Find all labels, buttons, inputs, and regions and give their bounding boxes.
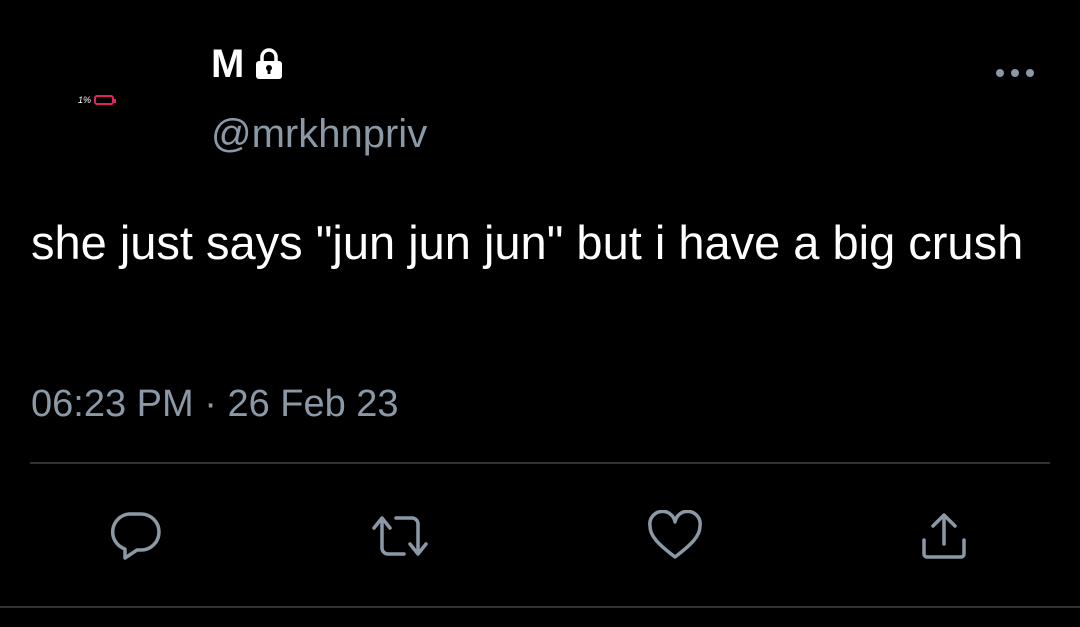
like-icon (646, 510, 704, 562)
user-name-row[interactable]: M (211, 44, 286, 84)
battery-icon (94, 95, 117, 105)
meta-separator: · (204, 383, 217, 425)
retweet-button[interactable] (370, 508, 430, 564)
bottom-divider (0, 606, 1080, 608)
reply-icon (107, 510, 163, 562)
reply-button[interactable] (105, 508, 165, 564)
share-button[interactable] (914, 508, 974, 564)
display-name[interactable]: M (211, 44, 244, 84)
share-icon (916, 510, 972, 562)
tweet-text: she just says "jun jun jun" but i have a… (31, 216, 1024, 269)
divider (30, 462, 1050, 464)
user-handle[interactable]: @mrkhnpriv (211, 110, 427, 158)
more-icon[interactable] (990, 58, 1040, 88)
tweet-time[interactable]: 06:23 PM (31, 383, 194, 425)
tweet-timestamp[interactable]: 06:23 PM · 26 Feb 23 (31, 380, 399, 428)
lock-icon (252, 47, 286, 81)
like-button[interactable] (645, 508, 705, 564)
avatar-text: 1% (78, 95, 92, 105)
avatar[interactable]: 1% (78, 95, 117, 105)
tweet-date[interactable]: 26 Feb 23 (227, 383, 398, 425)
retweet-icon (368, 510, 432, 562)
